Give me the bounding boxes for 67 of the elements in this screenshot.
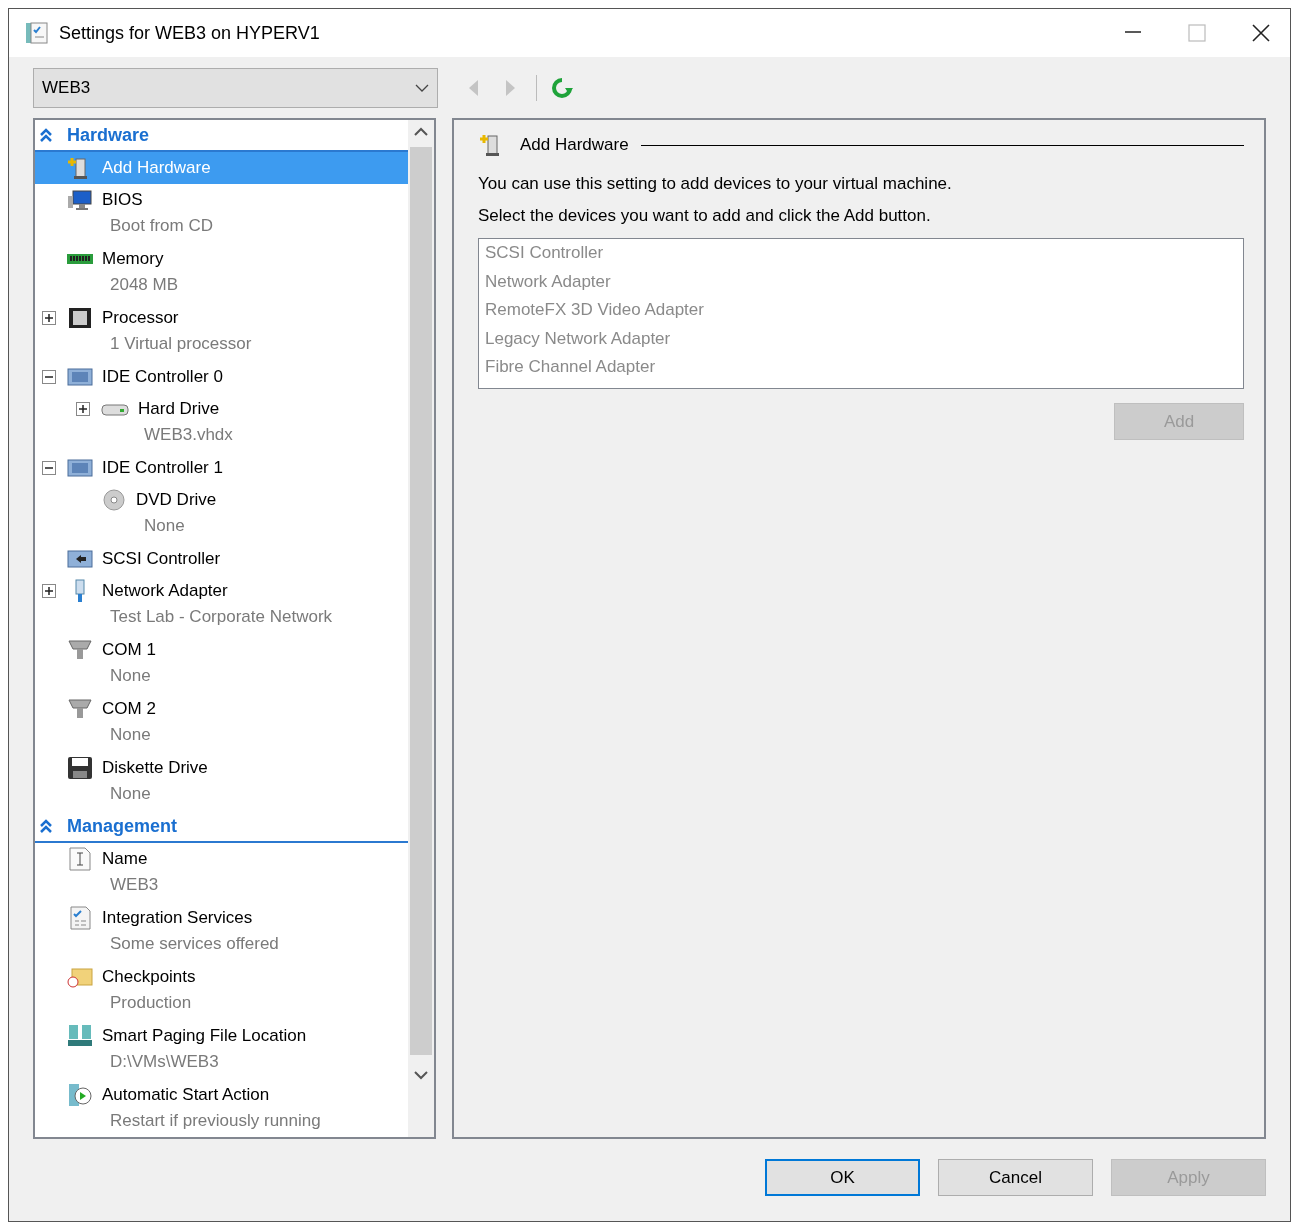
settings-checklist-icon — [25, 21, 49, 45]
scroll-up-icon[interactable] — [414, 127, 428, 137]
vm-dropdown[interactable]: WEB3 — [33, 68, 438, 108]
tree-item[interactable]: DVD Drive — [35, 484, 408, 516]
dialog-button[interactable]: Cancel — [938, 1159, 1093, 1196]
scrollbar[interactable] — [408, 118, 436, 1139]
tree-item[interactable]: BIOS — [35, 184, 408, 216]
section-title: Hardware — [67, 124, 150, 146]
collapse-icon[interactable] — [42, 461, 56, 475]
tree-item[interactable]: Hard Drive — [35, 393, 408, 425]
tree-item[interactable]: Memory — [35, 243, 408, 275]
serial-port-icon — [66, 697, 94, 721]
expand-icon[interactable] — [42, 311, 56, 325]
tree-item[interactable]: Integration Services — [35, 902, 408, 934]
close-icon[interactable] — [1251, 23, 1271, 43]
item-detail: Boot from CD — [110, 216, 213, 235]
serial-port-icon — [66, 638, 94, 662]
controller-card-icon — [66, 365, 94, 389]
computer-icon — [66, 188, 94, 212]
double-chevron-up-icon[interactable] — [39, 819, 53, 833]
tree-item[interactable]: COM 1 — [35, 634, 408, 666]
intro-text: You can use this setting to add devices to your virtual machine. — [478, 174, 953, 194]
folder-clock-icon — [66, 965, 94, 989]
item-detail: Test Lab - Corporate Network — [110, 607, 333, 626]
dialog-button[interactable]: OK — [765, 1159, 920, 1196]
item-detail: Restart if previously running — [110, 1111, 321, 1130]
instruction-text: Select the devices you want to add and click the Add button. — [478, 206, 932, 226]
tree-item[interactable]: Diskette Drive — [35, 752, 408, 784]
scroll-down-icon[interactable] — [414, 1070, 428, 1080]
controller-card-icon — [66, 456, 94, 480]
item-detail: None — [110, 725, 151, 744]
item-detail: WEB3.vhdx — [144, 425, 233, 444]
tree-item[interactable]: Smart Paging File Location — [35, 1020, 408, 1052]
section-title: Management — [67, 815, 178, 837]
section-header[interactable]: Management — [35, 811, 408, 843]
disc-icon — [100, 488, 128, 512]
item-detail: Some services offered — [110, 934, 279, 953]
processor-icon — [66, 306, 94, 330]
tree-item[interactable]: Checkpoints — [35, 961, 408, 993]
tree-item[interactable]: Network Adapter — [35, 575, 408, 607]
chevron-down-icon — [415, 83, 429, 93]
item-detail: WEB3 — [110, 875, 159, 894]
tree-item[interactable]: COM 2 — [35, 693, 408, 725]
tree-item[interactable]: IDE Controller 1 — [35, 452, 408, 484]
play-server-icon — [66, 1083, 94, 1107]
group-title: Add Hardware — [520, 135, 629, 155]
text-cursor-icon — [66, 847, 94, 871]
item-detail: None — [110, 666, 151, 685]
item-detail: 1 Virtual processor — [110, 334, 252, 353]
expand-icon[interactable] — [76, 402, 90, 416]
double-chevron-up-icon[interactable] — [39, 128, 53, 142]
tree-item[interactable]: IDE Controller 0 — [35, 361, 408, 393]
item-detail: None — [144, 516, 185, 535]
tree-item[interactable]: Automatic Start Action — [35, 1079, 408, 1111]
item-detail: None — [110, 784, 151, 803]
tree-item[interactable]: Processor — [35, 302, 408, 334]
refresh-icon[interactable] — [551, 77, 573, 99]
expand-icon[interactable] — [42, 584, 56, 598]
server-rack-icon — [66, 1024, 94, 1048]
item-detail: D:\VMs\WEB3 — [110, 1052, 219, 1071]
window-title: Settings for WEB3 on HYPERV1 — [59, 22, 321, 44]
tree-item[interactable]: SCSI Controller — [35, 543, 408, 575]
tree-item[interactable]: Name — [35, 843, 408, 875]
scsi-card-icon — [66, 547, 94, 571]
item-detail: 2048 MB — [110, 275, 179, 294]
collapse-icon[interactable] — [42, 370, 56, 384]
item-detail: Production — [110, 993, 192, 1012]
